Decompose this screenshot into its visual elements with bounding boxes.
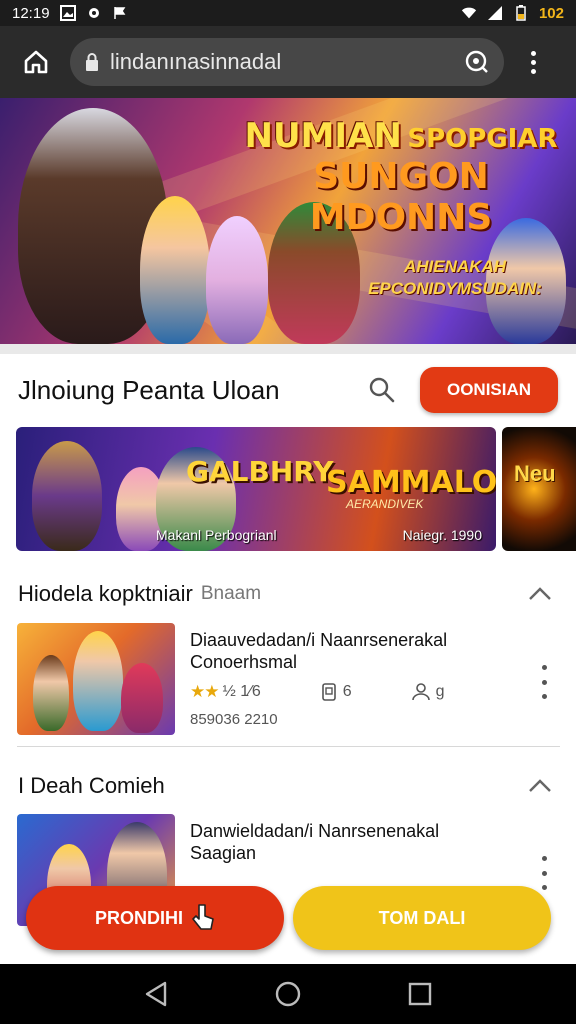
lens-icon[interactable] [464, 49, 490, 75]
download-size-icon [321, 683, 336, 701]
game-sub-info: 859036 2210 [190, 711, 278, 728]
list-item[interactable]: Diaauvedadan/i Naanrsenerakal Conoerhsma… [0, 623, 576, 743]
battery-level: 102 [538, 4, 564, 22]
stat-1: 6 [342, 683, 352, 700]
gear-icon [86, 5, 102, 21]
home-icon [24, 50, 48, 74]
list-subtitle-1: Bnaam [200, 583, 262, 604]
rating-stars: ★★ [190, 682, 220, 701]
recents-button[interactable] [400, 974, 440, 1014]
rating-text: ½ 1⁄6 [222, 683, 261, 700]
image-icon [59, 5, 76, 21]
featured-carousel[interactable]: GALBHRY SAMMALOU AERANDIVEK Makanl Perbo… [16, 427, 576, 551]
list-title-2: I Deah Comieh [18, 773, 165, 798]
list-header-2: I Deah Comieh [0, 766, 576, 806]
bottom-action-bar: PRONDIHI TOM DALI [0, 884, 576, 954]
recents-icon [408, 982, 432, 1006]
players-icon [411, 683, 430, 701]
url-text: lindanınasinnadal [110, 49, 282, 74]
hand-pointer-icon [192, 904, 214, 930]
chevron-up-icon[interactable] [526, 580, 554, 608]
card-caption-left: Makanl Perbogrianl [156, 527, 277, 543]
hero-character-girl [140, 196, 210, 344]
lock-icon [86, 53, 98, 71]
section-title: Jlnoiung Peanta Uloan [18, 374, 280, 405]
game-title: Diaauvedadan/i Naanrsenerakal Conoerhsma… [190, 630, 448, 672]
divider [0, 344, 576, 354]
stat-2: g [435, 683, 445, 700]
section-cta-button[interactable]: OONISIAN [420, 367, 558, 413]
status-bar: 12:19 102 [0, 0, 576, 26]
section-header: Jlnoiung Peanta Uloan OONISIAN [0, 360, 576, 420]
circle-home-icon [275, 981, 301, 1007]
featured-card[interactable]: GALBHRY SAMMALOU AERANDIVEK Makanl Perbo… [16, 427, 496, 551]
primary-action-label: PRONDIHI [94, 907, 183, 928]
chevron-up-icon[interactable] [526, 772, 554, 800]
wifi-icon [461, 5, 477, 21]
url-input[interactable]: lindanınasinnadal [70, 38, 504, 86]
hero-banner[interactable]: NUMIAN SPOPGIAR SUNGON MDONNS AHIENAKAH … [0, 98, 576, 344]
hero-title-line1b: SPOPGIAR [407, 124, 558, 154]
thumb-character-3 [121, 663, 163, 733]
home-button[interactable] [14, 40, 58, 84]
row-divider [17, 746, 560, 747]
hero-title-line1: NUMIAN [244, 116, 402, 156]
game-thumbnail [17, 623, 175, 735]
search-icon [369, 377, 395, 403]
next-card[interactable]: Neu [502, 427, 576, 551]
search-button[interactable] [362, 370, 402, 410]
browser-toolbar: lindanınasinnadal [0, 26, 576, 98]
hero-caption: AHIENAKAH EPCONIDYMSUDAIN: [368, 257, 542, 298]
list-header-1: Hiodela kopktniair Bnaam [0, 574, 576, 614]
secondary-action-button[interactable]: TOM DALI [293, 886, 551, 950]
hero-title-line2: SUNGON MDONNS [309, 156, 493, 238]
game-title: Danwieldadan/i Nanrsenenakal Saagian [190, 821, 440, 863]
card-character-1 [32, 441, 102, 551]
battery-icon [513, 5, 529, 21]
card-title-a: GALBHRY [186, 455, 334, 488]
card-subtitle: AERANDIVEK [346, 497, 424, 511]
next-card-title: Neu [514, 461, 556, 486]
thumb-character-2 [33, 655, 69, 731]
status-time: 12:19 [12, 4, 50, 22]
back-icon [145, 981, 167, 1007]
thumb-character-1 [73, 631, 123, 731]
card-caption-right: Naiegr. 1990 [402, 527, 482, 543]
home-nav-button[interactable] [268, 974, 308, 1014]
back-button[interactable] [136, 974, 176, 1014]
system-nav-bar [0, 964, 576, 1024]
primary-action-button[interactable]: PRONDIHI [26, 886, 284, 950]
list-title-1: Hiodela kopktniair [18, 581, 193, 606]
more-vert-icon[interactable] [518, 40, 548, 84]
signal-icon [487, 5, 503, 21]
more-options-icon[interactable] [536, 665, 552, 699]
card-title-b: SAMMALOU [326, 465, 496, 500]
flag-icon [112, 5, 128, 21]
